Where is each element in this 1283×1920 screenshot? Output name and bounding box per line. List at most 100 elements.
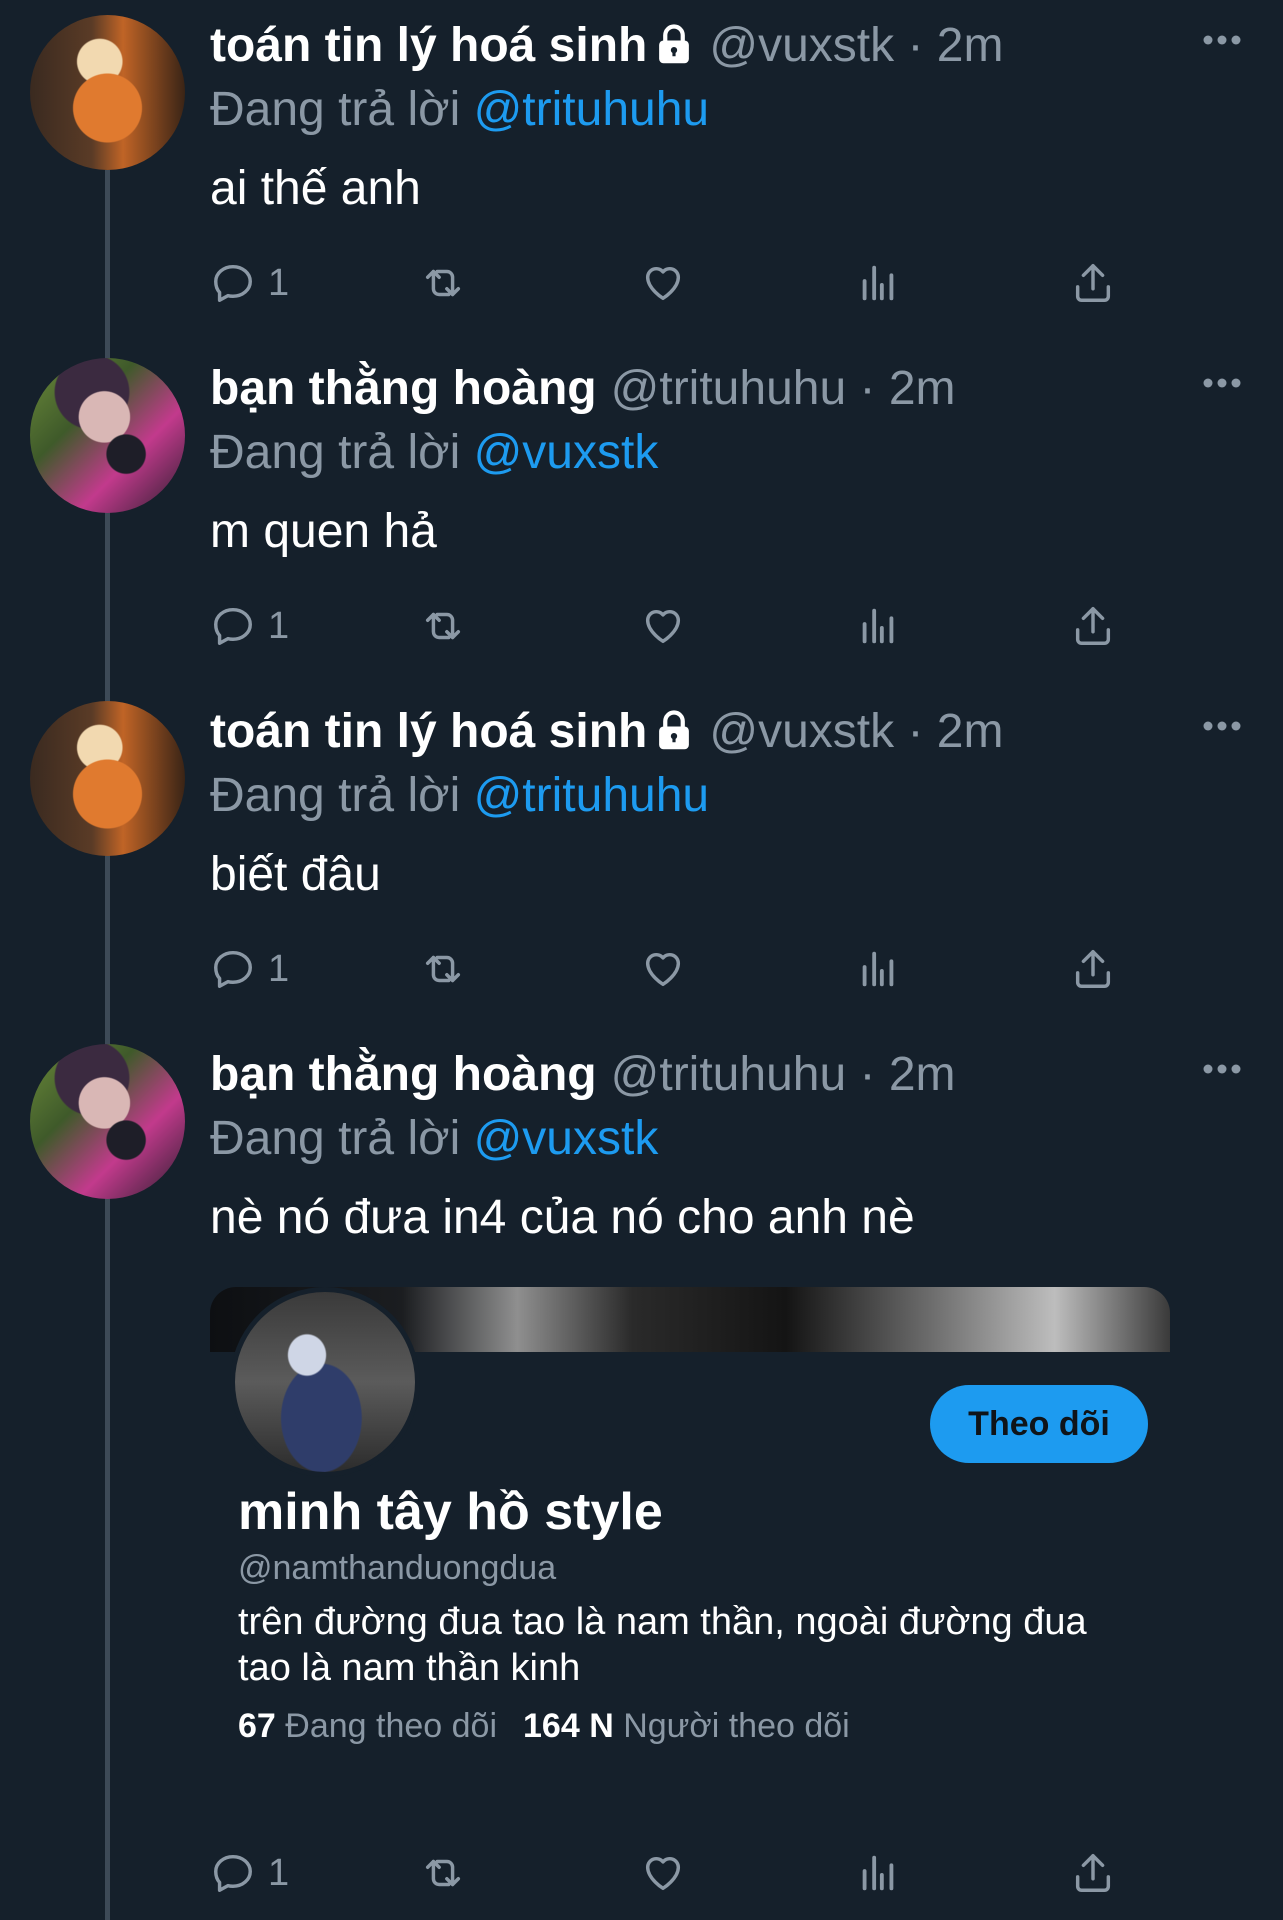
heart-icon	[645, 609, 681, 644]
heart-icon	[645, 266, 681, 301]
reply-count: 1	[268, 261, 290, 304]
follow-button[interactable]: Theo dõi	[930, 1385, 1148, 1463]
avatar[interactable]	[30, 358, 185, 513]
reply-prefix: Đang trả lời	[210, 83, 474, 136]
retweet-icon	[425, 1859, 461, 1887]
user-handle[interactable]: @vuxstk	[709, 705, 894, 758]
replying-to: Đang trả lời @vuxstk	[210, 425, 658, 481]
share-button[interactable]	[1070, 255, 1116, 311]
lock-icon	[653, 22, 695, 78]
retweet-button[interactable]	[420, 1845, 466, 1901]
tweet-text: m quen hả	[210, 505, 437, 558]
more-icon[interactable]	[1200, 30, 1244, 50]
heart-icon	[645, 952, 681, 987]
reply-prefix: Đang trả lời	[210, 769, 474, 822]
conversation-thread: toán tin lý hoá sinh @vuxstk · 2m Đang tr…	[0, 0, 1283, 1920]
followers-label[interactable]: Người theo dõi	[623, 1707, 850, 1745]
more-icon[interactable]	[1200, 1059, 1244, 1079]
retweet-button[interactable]	[420, 941, 466, 997]
views-button[interactable]	[855, 598, 901, 654]
timestamp[interactable]: · 2m	[860, 1048, 956, 1101]
views-button[interactable]	[855, 255, 901, 311]
views-icon	[862, 608, 894, 644]
views-icon	[862, 265, 894, 301]
profile-card[interactable]: Theo dõi minh tây hồ style @namthanduong…	[210, 1287, 1170, 1745]
replying-to: Đang trả lời @trituhuhu	[210, 768, 709, 824]
reply-prefix: Đang trả lời	[210, 426, 474, 479]
display-name[interactable]: bạn thằng hoàng	[210, 362, 597, 415]
share-icon	[1075, 264, 1111, 302]
tweet-text: biết đâu	[210, 848, 381, 901]
views-icon	[862, 951, 894, 987]
tweet-header: toán tin lý hoá sinh @vuxstk · 2m	[210, 18, 1003, 78]
reply-icon	[214, 950, 252, 988]
share-icon	[1075, 950, 1111, 988]
views-button[interactable]	[855, 1845, 901, 1901]
reply-icon	[214, 1854, 252, 1892]
tweet-header: bạn thằng hoàng @trituhuhu · 2m	[210, 1047, 956, 1103]
tweet-header: bạn thằng hoàng @trituhuhu · 2m	[210, 361, 956, 417]
reply-count: 1	[268, 1851, 290, 1894]
user-handle[interactable]: @trituhuhu	[611, 362, 847, 415]
like-button[interactable]	[640, 255, 686, 311]
profile-bio: trên đường đua tao là nam thần, ngoài đư…	[238, 1601, 1087, 1689]
avatar[interactable]	[30, 15, 185, 170]
following-count[interactable]: 67	[238, 1707, 276, 1745]
timestamp[interactable]: · 2m	[907, 705, 1003, 758]
mention-link[interactable]: @trituhuhu	[474, 83, 710, 136]
retweet-icon	[425, 612, 461, 640]
tweet-actions: 1	[210, 255, 1111, 311]
reply-button[interactable]: 1	[210, 255, 289, 311]
tweet-actions: 1	[210, 941, 1111, 997]
retweet-button[interactable]	[420, 255, 466, 311]
followers-count[interactable]: 164 N	[523, 1707, 614, 1745]
like-button[interactable]	[640, 598, 686, 654]
profile-name[interactable]: minh tây hồ style	[238, 1482, 663, 1542]
share-button[interactable]	[1070, 598, 1116, 654]
profile-avatar[interactable]	[230, 1287, 420, 1477]
reply-icon	[214, 607, 252, 645]
reply-count: 1	[268, 947, 290, 990]
replying-to: Đang trả lời @vuxstk	[210, 1111, 658, 1167]
tweet-text: nè nó đưa in4 của nó cho anh nè	[210, 1191, 915, 1244]
tweet-actions: 1	[210, 598, 1111, 654]
avatar[interactable]	[30, 701, 185, 856]
reply-count: 1	[268, 604, 290, 647]
profile-stats: 67 Đang theo dõi 164 N Người theo dõi	[238, 1707, 850, 1746]
like-button[interactable]	[640, 941, 686, 997]
mention-link[interactable]: @trituhuhu	[474, 769, 710, 822]
avatar[interactable]	[30, 1044, 185, 1199]
share-icon	[1075, 607, 1111, 645]
reply-button[interactable]: 1	[210, 1845, 289, 1901]
timestamp[interactable]: · 2m	[860, 362, 956, 415]
user-handle[interactable]: @trituhuhu	[611, 1048, 847, 1101]
mention-link[interactable]: @vuxstk	[474, 1112, 659, 1165]
retweet-button[interactable]	[420, 598, 466, 654]
views-icon	[862, 1855, 894, 1891]
share-icon	[1075, 1854, 1111, 1892]
replying-to: Đang trả lời @trituhuhu	[210, 82, 709, 138]
views-button[interactable]	[855, 941, 901, 997]
mention-link[interactable]: @vuxstk	[474, 426, 659, 479]
retweet-icon	[425, 955, 461, 983]
reply-button[interactable]: 1	[210, 598, 289, 654]
tweet-text: ai thế anh	[210, 162, 421, 215]
user-handle[interactable]: @vuxstk	[709, 19, 894, 72]
reply-prefix: Đang trả lời	[210, 1112, 474, 1165]
display-name[interactable]: toán tin lý hoá sinh	[210, 705, 647, 758]
more-icon[interactable]	[1200, 373, 1244, 393]
tweet-header: toán tin lý hoá sinh @vuxstk · 2m	[210, 704, 1003, 764]
heart-icon	[645, 1856, 681, 1891]
more-icon[interactable]	[1200, 716, 1244, 736]
share-button[interactable]	[1070, 941, 1116, 997]
like-button[interactable]	[640, 1845, 686, 1901]
display-name[interactable]: bạn thằng hoàng	[210, 1048, 597, 1101]
display-name[interactable]: toán tin lý hoá sinh	[210, 19, 647, 72]
timestamp[interactable]: · 2m	[907, 19, 1003, 72]
profile-handle[interactable]: @namthanduongdua	[238, 1549, 556, 1588]
reply-button[interactable]: 1	[210, 941, 289, 997]
share-button[interactable]	[1070, 1845, 1116, 1901]
tweet-actions: 1	[210, 1845, 1111, 1901]
lock-icon	[653, 708, 695, 764]
following-label[interactable]: Đang theo dõi	[285, 1707, 497, 1745]
